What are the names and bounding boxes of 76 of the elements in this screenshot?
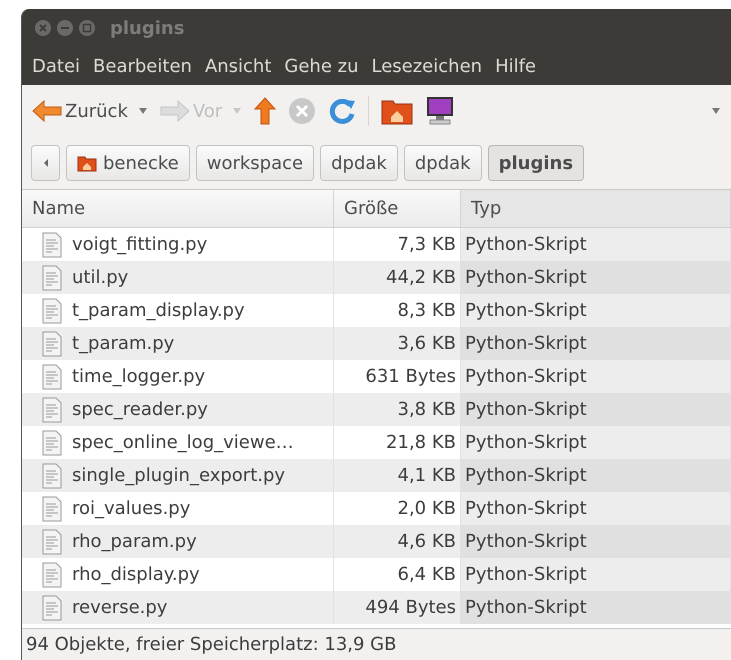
file-size: 3,6 KB — [398, 332, 456, 356]
maximize-icon[interactable] — [78, 19, 96, 37]
file-size: 2,0 KB — [398, 497, 456, 521]
reload-icon[interactable] — [328, 97, 356, 125]
overflow-caret-icon[interactable] — [711, 107, 721, 115]
text-file-icon — [42, 528, 62, 554]
text-file-icon — [42, 264, 62, 290]
column-header[interactable]: Name — [22, 190, 334, 227]
file-name[interactable]: t_param.py — [72, 330, 174, 357]
file-type: Python-Skript — [465, 596, 587, 620]
text-file-icon — [42, 594, 62, 620]
file-name[interactable]: rho_param.py — [72, 528, 197, 555]
window-title: plugins — [110, 16, 184, 40]
file-name[interactable]: reverse.py — [72, 594, 168, 621]
menu-item[interactable]: Gehe zu — [278, 52, 364, 80]
menu-item[interactable]: Datei — [26, 52, 86, 80]
path-scroll-left-button[interactable] — [31, 145, 60, 181]
path-button[interactable]: workspace — [196, 145, 314, 181]
path-button[interactable]: benecke — [66, 145, 190, 181]
menu-item[interactable]: Hilfe — [489, 52, 542, 80]
file-name[interactable]: util.py — [72, 264, 128, 291]
path-button[interactable]: dpdak — [404, 145, 482, 181]
text-file-icon — [42, 562, 62, 588]
file-name[interactable]: spec_online_log_viewe… — [72, 429, 294, 456]
close-icon[interactable] — [34, 19, 52, 37]
file-size: 6,4 KB — [398, 563, 456, 587]
file-name[interactable]: rho_display.py — [72, 561, 200, 588]
file-size: 21,8 KB — [386, 431, 456, 455]
up-arrow-icon[interactable] — [254, 97, 276, 125]
left-caret-icon — [42, 158, 48, 168]
file-name[interactable]: spec_reader.py — [72, 396, 208, 423]
text-file-icon — [42, 232, 62, 258]
text-file-icon — [42, 330, 62, 356]
file-size: 8,3 KB — [398, 299, 456, 323]
file-name[interactable]: voigt_fitting.py — [72, 231, 208, 258]
menu-item[interactable]: Ansicht — [198, 52, 278, 80]
column-header[interactable]: Typ — [461, 190, 731, 227]
status-text: 94 Objekte, freier Speicherplatz: 13,9 GB — [26, 633, 396, 657]
file-name[interactable]: roi_values.py — [72, 495, 190, 522]
minimize-icon[interactable] — [56, 19, 74, 37]
text-file-icon — [42, 462, 62, 488]
text-file-icon — [42, 496, 62, 522]
file-type: Python-Skript — [465, 431, 587, 455]
menu-item[interactable]: Bearbeiten — [87, 52, 198, 80]
file-type: Python-Skript — [465, 299, 587, 323]
file-size: 494 Bytes — [365, 596, 456, 620]
file-size: 7,3 KB — [398, 233, 456, 257]
back-button[interactable]: Zurück — [32, 98, 128, 124]
file-type: Python-Skript — [465, 332, 587, 356]
file-size: 4,6 KB — [398, 530, 456, 554]
file-name[interactable]: t_param_display.py — [72, 297, 245, 324]
text-file-icon — [42, 364, 62, 390]
file-name[interactable]: time_logger.py — [72, 363, 206, 390]
file-type: Python-Skript — [465, 464, 587, 488]
file-type: Python-Skript — [465, 398, 587, 422]
text-file-icon — [42, 298, 62, 324]
file-name[interactable]: single_plugin_export.py — [72, 462, 286, 489]
file-size: 44,2 KB — [386, 266, 456, 290]
file-type: Python-Skript — [465, 563, 587, 587]
back-arrow-icon[interactable] — [32, 100, 62, 122]
menu-item[interactable]: Lesezeichen — [366, 52, 488, 80]
text-file-icon — [42, 396, 62, 422]
file-size: 3,8 KB — [398, 398, 456, 422]
file-type: Python-Skript — [465, 530, 587, 554]
file-size: 4,1 KB — [398, 464, 456, 488]
caret-icon[interactable] — [138, 107, 148, 115]
file-type: Python-Skript — [465, 365, 587, 389]
path-button[interactable]: dpdak — [320, 145, 398, 181]
file-size: 631 Bytes — [365, 365, 456, 389]
home-folder-icon — [77, 154, 97, 172]
text-file-icon — [42, 430, 62, 456]
computer-icon[interactable] — [425, 96, 456, 126]
file-type: Python-Skript — [465, 497, 587, 521]
file-type: Python-Skript — [465, 266, 587, 290]
file-type: Python-Skript — [465, 233, 587, 257]
path-button[interactable]: plugins — [488, 145, 584, 181]
